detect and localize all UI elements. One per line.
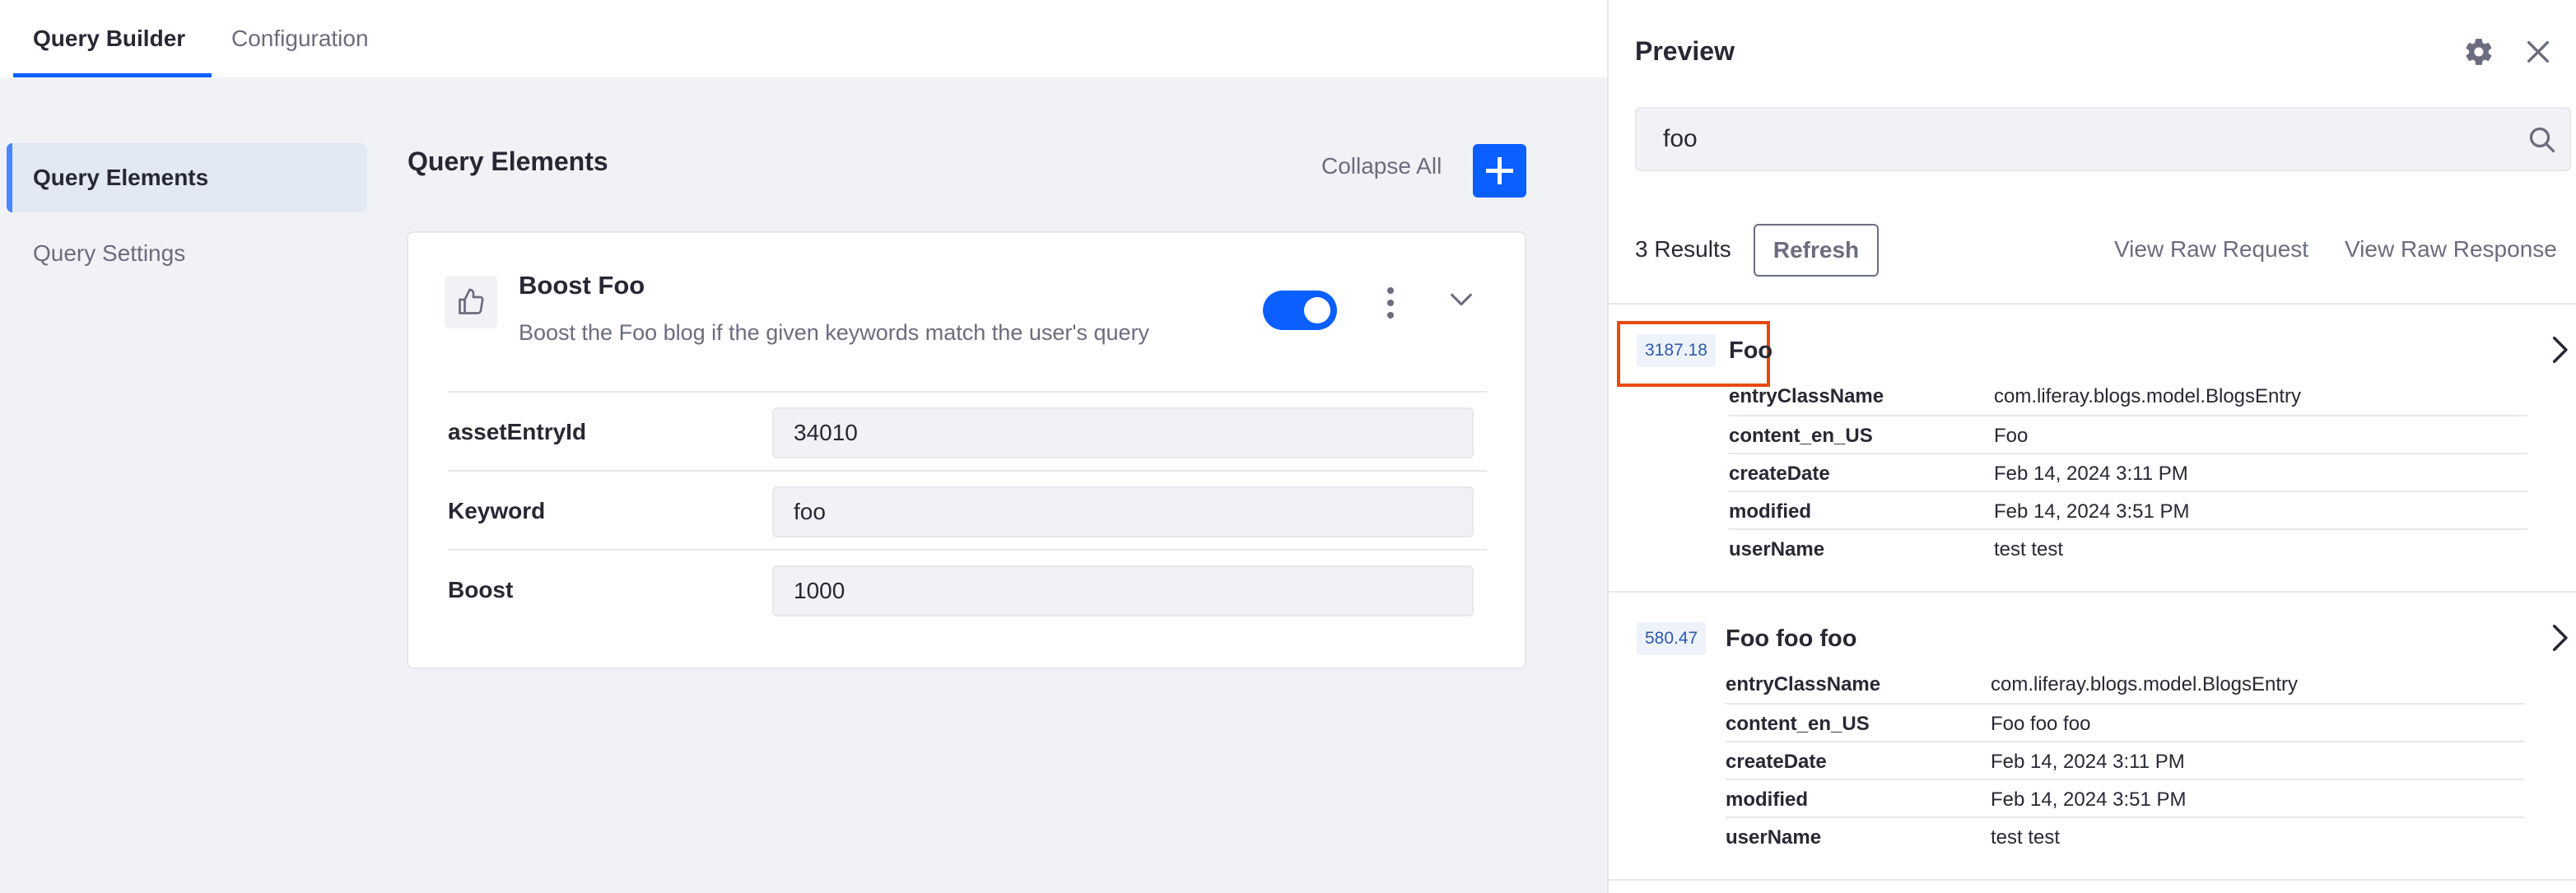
property-value: com.liferay.blogs.model.BlogsEntry — [1994, 385, 2302, 407]
result-item[interactable]: 3187.18 Foo entryClassName com.liferay.b… — [1609, 318, 2576, 593]
thumbs-up-icon — [459, 288, 484, 314]
element-enabled-toggle[interactable] — [1263, 291, 1337, 330]
divider — [1609, 303, 2576, 305]
property-row: createDate Feb 14, 2024 3:11 PM — [1726, 741, 2524, 779]
property-value: Feb 14, 2024 3:11 PM — [1991, 751, 2185, 773]
tab-configuration[interactable]: Configuration — [205, 0, 395, 77]
property-row: entryClassName com.liferay.blogs.model.B… — [1729, 377, 2527, 415]
property-key: createDate — [1726, 751, 1827, 773]
property-key: entryClassName — [1729, 385, 1884, 407]
property-key: createDate — [1729, 463, 1830, 485]
tab-query-builder[interactable]: Query Builder — [7, 0, 212, 77]
field-row: Keyword foo — [448, 470, 1487, 549]
property-value: Feb 14, 2024 3:51 PM — [1994, 500, 2190, 523]
property-row: content_en_US Foo foo foo — [1726, 703, 2524, 741]
boost-input[interactable]: 1000 — [772, 565, 1474, 616]
property-key: content_en_US — [1729, 425, 1873, 447]
search-input[interactable] — [1637, 109, 2509, 170]
property-row: modified Feb 14, 2024 3:51 PM — [1729, 491, 2527, 528]
search-box — [1635, 107, 2571, 171]
property-key: modified — [1729, 500, 1811, 523]
add-element-button[interactable] — [1473, 144, 1526, 198]
result-title: Foo — [1729, 337, 1773, 364]
chevron-right-icon[interactable] — [2547, 622, 2572, 658]
property-key: modified — [1726, 788, 1808, 811]
divider — [1609, 591, 2576, 593]
field-row: Boost 1000 — [448, 549, 1487, 628]
results-count: 3 Results — [1635, 236, 1731, 262]
result-title: Foo foo foo — [1726, 626, 1857, 652]
more-options-icon[interactable] — [1378, 284, 1403, 323]
preview-title: Preview — [1635, 36, 1735, 66]
side-nav: Query Elements Query Settings — [7, 143, 367, 288]
chevron-right-icon[interactable] — [2547, 334, 2572, 370]
tab-bar: Query Builder Configuration — [0, 0, 1607, 77]
element-title: Boost Foo — [519, 271, 645, 300]
property-value: test test — [1994, 538, 2064, 560]
property-row: createDate Feb 14, 2024 3:11 PM — [1729, 453, 2527, 491]
result-properties: entryClassName com.liferay.blogs.model.B… — [1729, 377, 2527, 566]
property-value: test test — [1991, 826, 2061, 849]
result-item[interactable]: 580.47 Foo foo foo entryClassName com.li… — [1609, 606, 2576, 881]
preview-pane: Preview 3 Results Refresh View Raw Reque… — [1607, 0, 2576, 893]
property-value: Feb 14, 2024 3:51 PM — [1991, 788, 2187, 811]
property-value: Foo foo foo — [1991, 713, 2091, 735]
property-key: entryClassName — [1726, 673, 1881, 695]
property-value: Foo — [1994, 425, 2029, 447]
query-builder-pane: Query Builder Configuration Query Elemen… — [0, 0, 1607, 893]
property-value: com.liferay.blogs.model.BlogsEntry — [1991, 673, 2299, 695]
property-row: entryClassName com.liferay.blogs.model.B… — [1726, 665, 2524, 703]
view-raw-request-link[interactable]: View Raw Request — [2114, 236, 2308, 263]
query-element-card: Boost Foo Boost the Foo blog if the give… — [407, 231, 1526, 669]
field-label: Boost — [448, 577, 514, 602]
property-row: content_en_US Foo — [1729, 415, 2527, 453]
field-label: assetEntryId — [448, 419, 587, 444]
element-icon-box — [445, 276, 497, 328]
search-icon[interactable] — [2527, 125, 2557, 159]
gear-icon[interactable] — [2463, 36, 2494, 72]
sidenav-item-query-settings[interactable]: Query Settings — [7, 219, 367, 288]
property-key: content_en_US — [1726, 713, 1870, 735]
view-raw-response-link[interactable]: View Raw Response — [2345, 236, 2557, 263]
asset-entry-id-input[interactable]: 34010 — [772, 407, 1474, 458]
property-value: Feb 14, 2024 3:11 PM — [1994, 463, 2188, 485]
result-properties: entryClassName com.liferay.blogs.model.B… — [1726, 665, 2524, 854]
refresh-button[interactable]: Refresh — [1754, 224, 1879, 277]
field-row: assetEntryId 34010 — [448, 391, 1487, 470]
sidenav-item-query-elements[interactable]: Query Elements — [7, 143, 367, 212]
section-title: Query Elements — [408, 147, 608, 176]
score-badge: 580.47 — [1637, 622, 1707, 655]
toggle-knob — [1304, 297, 1330, 323]
property-row: modified Feb 14, 2024 3:51 PM — [1726, 779, 2524, 816]
property-row: userName test test — [1726, 816, 2524, 854]
element-fields: assetEntryId 34010 Keyword foo Boost 100… — [448, 391, 1487, 628]
score-badge: 3187.18 — [1637, 334, 1716, 367]
collapse-all-button[interactable]: Collapse All — [1321, 153, 1442, 179]
plus-icon — [1486, 157, 1513, 184]
chevron-down-icon[interactable] — [1447, 286, 1475, 318]
close-icon[interactable] — [2524, 38, 2552, 70]
keyword-input[interactable]: foo — [772, 486, 1474, 537]
field-label: Keyword — [448, 498, 546, 523]
property-row: userName test test — [1729, 528, 2527, 566]
divider — [1609, 879, 2576, 881]
property-key: userName — [1726, 826, 1822, 849]
property-key: userName — [1729, 538, 1825, 560]
element-description: Boost the Foo blog if the given keywords… — [519, 320, 1150, 345]
